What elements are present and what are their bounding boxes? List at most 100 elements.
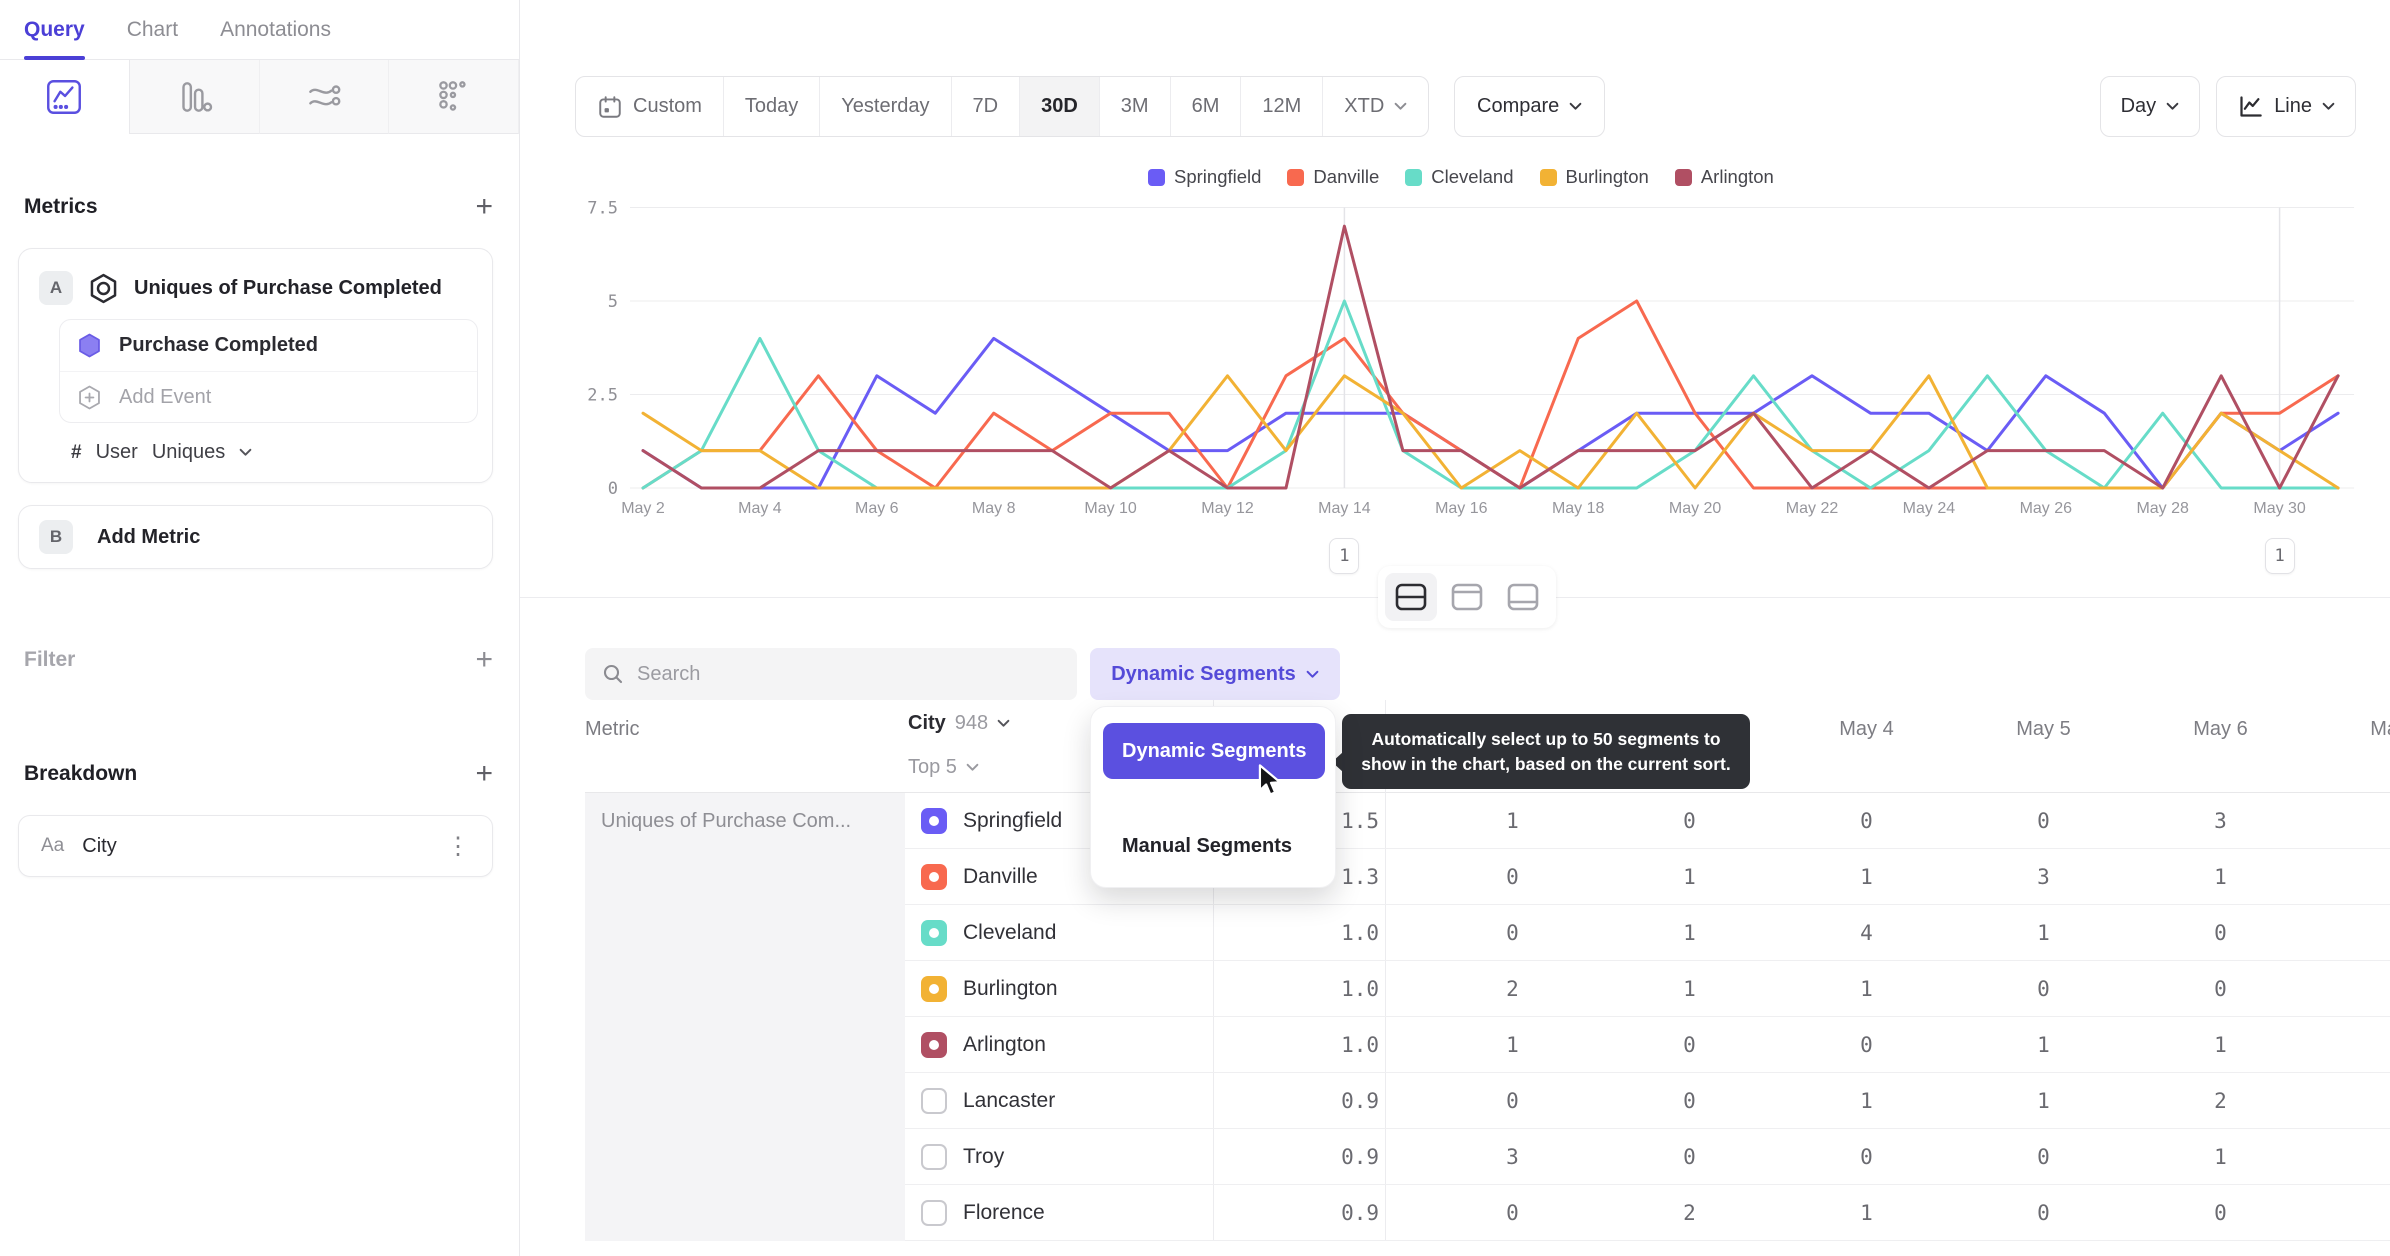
add-event-label: Add Event (119, 385, 212, 408)
segment-name: Florence (963, 1201, 1045, 1224)
layout-chart-only-button[interactable] (1441, 573, 1493, 621)
event-name: Purchase Completed (119, 334, 318, 356)
segment-name: Danville (963, 865, 1038, 888)
segment-day-value: 2 (1683, 1201, 1696, 1225)
chart-type-scatter-tab[interactable] (389, 60, 519, 134)
measure-type: Uniques (151, 441, 226, 463)
breakdown-item-city[interactable]: Aa City ⋮ (18, 815, 493, 877)
calendar-icon (599, 95, 621, 118)
tab-annotations[interactable]: Annotations (220, 0, 331, 60)
segment-day-value: 0 (1506, 865, 1519, 889)
series-line-burlington (641, 374, 2340, 490)
add-filter-plus-icon[interactable]: + (475, 645, 493, 675)
segment-row-florence: Florence 0.9 0 2 1 0 0 (905, 1185, 2390, 1241)
segment-day-value: 1 (2214, 865, 2227, 889)
segment-name: Burlington (963, 977, 1058, 1000)
segment-checkbox[interactable] (921, 1200, 947, 1226)
segment-checkbox[interactable] (921, 920, 947, 946)
segment-row-troy: Troy 0.9 3 0 0 0 1 (905, 1129, 2390, 1185)
x-tick-label: May 12 (1201, 500, 1254, 517)
segment-day-value: 0 (1860, 809, 1873, 833)
segment-summary-value: 1.0 (1341, 977, 1379, 1001)
segment-checkbox[interactable] (921, 808, 947, 834)
x-tick-label: May 2 (621, 500, 665, 517)
menu-item-dynamic-segments[interactable]: Dynamic Segments (1103, 723, 1325, 779)
menu-item-manual-segments[interactable]: Manual Segments (1122, 835, 1292, 858)
chevron-down-icon (2322, 102, 2335, 110)
metric-badge-b: B (39, 520, 73, 554)
event-row[interactable]: Purchase Completed (60, 320, 477, 371)
add-metric-card-b[interactable]: B Add Metric (18, 505, 493, 569)
metric-title: Uniques of Purchase Completed (134, 276, 442, 299)
line-chart: 0 2.5 5 7.5 May 2 May 4 May 6 May 8 May 10 May 12… (587, 199, 2355, 517)
chevron-down-icon (1306, 670, 1319, 678)
kebab-menu-icon[interactable]: ⋮ (446, 832, 470, 861)
segment-checkbox[interactable] (921, 1144, 947, 1170)
segment-day-value: 0 (1860, 1033, 1873, 1057)
segment-checkbox[interactable] (921, 864, 947, 890)
range-label: 3M (1120, 95, 1149, 117)
measure-row[interactable]: # User Uniques (19, 435, 492, 466)
segment-day-value: 0 (1683, 1033, 1696, 1057)
segment-checkbox[interactable] (921, 1032, 947, 1058)
segment-row-cleveland: Cleveland 1.0 0 1 4 1 0 (905, 905, 2390, 961)
day-header-may-7: May 7 (2370, 718, 2390, 740)
segment-day-value: 1 (1860, 1201, 1873, 1225)
annotation-badge[interactable]: 1 (2264, 538, 2295, 574)
segment-day-value: 1 (1683, 977, 1696, 1001)
chart-type-flow-tab[interactable] (259, 60, 390, 134)
segment-checkbox[interactable] (921, 1088, 947, 1114)
top-n-selector[interactable]: Top 5 (908, 756, 979, 779)
layout-toggle-group (1378, 566, 1556, 628)
segment-day-value: 1 (1683, 921, 1696, 945)
x-tick-label: May 22 (1786, 500, 1839, 517)
range-label: XTD (1344, 95, 1385, 117)
breakdown-section-header: Breakdown + (0, 759, 519, 789)
segment-row-arlington: Arlington 1.0 1 0 0 1 1 (905, 1017, 2390, 1073)
compare-label: Compare (1477, 95, 1560, 117)
chart-type-bar-tab[interactable] (129, 60, 260, 134)
chevron-down-icon (1394, 102, 1407, 110)
segment-day-value: 3 (2037, 865, 2050, 889)
segment-day-value: 1 (1860, 977, 1873, 1001)
metrics-title: Metrics (24, 195, 98, 218)
segment-day-value: 2 (2214, 1089, 2227, 1113)
layout-top-icon (1451, 583, 1483, 611)
mouse-cursor (1258, 764, 1282, 796)
scatter-chart-icon (438, 80, 466, 111)
segment-day-value: 0 (1506, 1089, 1519, 1113)
segment-day-value: 0 (1683, 1089, 1696, 1113)
add-event-row[interactable]: Add Event (60, 371, 477, 422)
add-event-hexagon-icon (79, 385, 100, 409)
line-chart-icon (47, 80, 82, 114)
day-header-may-6: May 6 (2193, 718, 2248, 740)
column-header-city[interactable]: City 948 (908, 712, 1010, 735)
segment-day-value: 0 (1683, 1145, 1696, 1169)
annotation-badge[interactable]: 1 (1329, 538, 1360, 574)
layout-split-button[interactable] (1385, 573, 1437, 621)
filter-title: Filter (24, 648, 76, 671)
chevron-down-icon (997, 719, 1010, 727)
search-input[interactable] (637, 662, 1037, 686)
segment-day-value: 0 (2037, 1201, 2050, 1225)
metric-row-label: Uniques of Purchase Com... (601, 810, 852, 832)
segment-summary-value: 0.9 (1341, 1145, 1379, 1169)
layout-table-only-button[interactable] (1497, 573, 1549, 621)
tab-query[interactable]: Query (24, 0, 85, 60)
segment-day-value: 1 (2037, 1033, 2050, 1057)
segments-mode-button[interactable]: Dynamic Segments (1090, 648, 1340, 700)
add-metric-plus-icon[interactable]: + (475, 192, 493, 222)
metric-card-title-row[interactable]: A Uniques of Purchase Completed (19, 249, 492, 319)
segment-summary-value: 0.9 (1341, 1201, 1379, 1225)
add-breakdown-plus-icon[interactable]: + (475, 759, 493, 789)
segment-day-value: 2 (1506, 977, 1519, 1001)
chevron-down-icon (239, 448, 252, 456)
x-tick-label: May 28 (2136, 500, 2189, 517)
tab-chart[interactable]: Chart (127, 0, 178, 60)
segment-summary-value: 1.0 (1341, 1033, 1379, 1057)
chart-type-line-tab[interactable] (0, 60, 130, 134)
range-label: 12M (1262, 95, 1302, 117)
segment-day-value: 0 (2037, 1145, 2050, 1169)
x-tick-label: May 18 (1552, 500, 1605, 517)
segment-checkbox[interactable] (921, 976, 947, 1002)
